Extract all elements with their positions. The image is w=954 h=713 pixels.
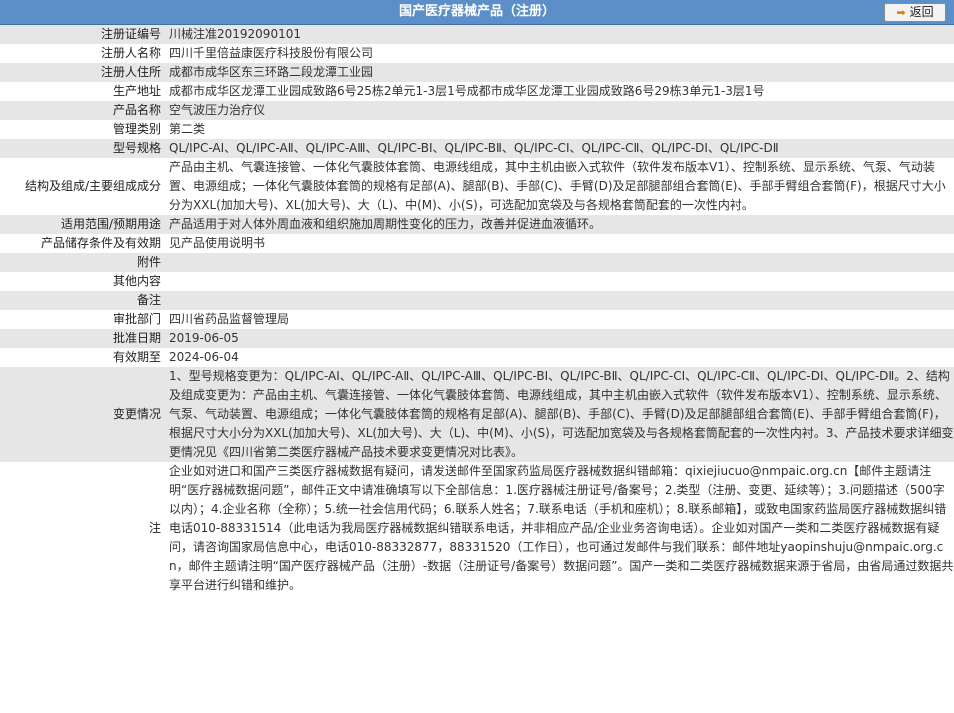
field-value: 成都市成华区龙潭工业园成致路6号25栋2单元1-3层1号成都市成华区龙潭工业园成… [165, 82, 954, 101]
field-label: 管理类别 [0, 120, 165, 139]
field-label: 产品储存条件及有效期 [0, 234, 165, 253]
table-row: 产品名称 空气波压力治疗仪 [0, 101, 954, 120]
table-row: 其他内容 [0, 272, 954, 291]
table-row: 注册人住所 成都市成华区东三环路二段龙潭工业园 [0, 63, 954, 82]
table-row: 备注 [0, 291, 954, 310]
field-value [165, 272, 954, 291]
table-row: 注 企业如对进口和国产三类医疗器械数据有疑问，请发送邮件至国家药监局医疗器械数据… [0, 462, 954, 595]
table-row: 型号规格 QL/IPC-AⅠ、QL/IPC-AⅡ、QL/IPC-AⅢ、QL/IP… [0, 139, 954, 158]
table-row: 注册人名称 四川千里倍益康医疗科技股份有限公司 [0, 44, 954, 63]
field-label: 适用范围/预期用途 [0, 215, 165, 234]
table-row: 附件 [0, 253, 954, 272]
field-value: QL/IPC-AⅠ、QL/IPC-AⅡ、QL/IPC-AⅢ、QL/IPC-BⅠ、… [165, 139, 954, 158]
field-label: 有效期至 [0, 348, 165, 367]
field-value: 1、型号规格变更为：QL/IPC-AⅠ、QL/IPC-AⅡ、QL/IPC-AⅢ、… [165, 367, 954, 462]
field-label: 备注 [0, 291, 165, 310]
table-row: 有效期至 2024-06-04 [0, 348, 954, 367]
arrow-right-icon: ➡ [896, 6, 906, 19]
field-label: 型号规格 [0, 139, 165, 158]
field-label: 注 [0, 462, 165, 595]
table-row: 适用范围/预期用途 产品适用于对人体外周血液和组织施加周期性变化的压力，改善并促… [0, 215, 954, 234]
field-label: 注册人名称 [0, 44, 165, 63]
table-row: 生产地址 成都市成华区龙潭工业园成致路6号25栋2单元1-3层1号成都市成华区龙… [0, 82, 954, 101]
field-value [165, 291, 954, 310]
field-label: 批准日期 [0, 329, 165, 348]
back-button-label: 返回 [909, 5, 934, 19]
table-row: 审批部门 四川省药品监督管理局 [0, 310, 954, 329]
table-row: 批准日期 2019-06-05 [0, 329, 954, 348]
detail-table: 注册证编号 川械注准20192090101 注册人名称 四川千里倍益康医疗科技股… [0, 25, 954, 595]
field-value: 产品适用于对人体外周血液和组织施加周期性变化的压力，改善并促进血液循环。 [165, 215, 954, 234]
field-value: 企业如对进口和国产三类医疗器械数据有疑问，请发送邮件至国家药监局医疗器械数据纠错… [165, 462, 954, 595]
field-label: 结构及组成/主要组成成分 [0, 158, 165, 215]
back-button[interactable]: ➡ 返回 [884, 3, 946, 22]
field-value: 四川千里倍益康医疗科技股份有限公司 [165, 44, 954, 63]
table-row: 变更情况 1、型号规格变更为：QL/IPC-AⅠ、QL/IPC-AⅡ、QL/IP… [0, 367, 954, 462]
page-title: 国产医疗器械产品（注册） [398, 4, 555, 19]
field-value: 成都市成华区东三环路二段龙潭工业园 [165, 63, 954, 82]
table-row: 结构及组成/主要组成成分 产品由主机、气囊连接管、一体化气囊肢体套筒、电源线组成… [0, 158, 954, 215]
field-label: 注册证编号 [0, 25, 165, 44]
field-value: 空气波压力治疗仪 [165, 101, 954, 120]
field-value: 四川省药品监督管理局 [165, 310, 954, 329]
table-row: 注册证编号 川械注准20192090101 [0, 25, 954, 44]
field-value [165, 253, 954, 272]
field-value: 川械注准20192090101 [165, 25, 954, 44]
field-value: 2019-06-05 [165, 329, 954, 348]
page-header: 国产医疗器械产品（注册） ➡ 返回 [0, 0, 954, 25]
field-value: 2024-06-04 [165, 348, 954, 367]
field-label: 变更情况 [0, 367, 165, 462]
field-label: 注册人住所 [0, 63, 165, 82]
field-value: 产品由主机、气囊连接管、一体化气囊肢体套筒、电源线组成，其中主机由嵌入式软件（软… [165, 158, 954, 215]
field-label: 生产地址 [0, 82, 165, 101]
field-label: 审批部门 [0, 310, 165, 329]
field-label: 附件 [0, 253, 165, 272]
field-label: 其他内容 [0, 272, 165, 291]
table-row: 产品储存条件及有效期 见产品使用说明书 [0, 234, 954, 253]
table-row: 管理类别 第二类 [0, 120, 954, 139]
field-value: 见产品使用说明书 [165, 234, 954, 253]
field-label: 产品名称 [0, 101, 165, 120]
field-value: 第二类 [165, 120, 954, 139]
